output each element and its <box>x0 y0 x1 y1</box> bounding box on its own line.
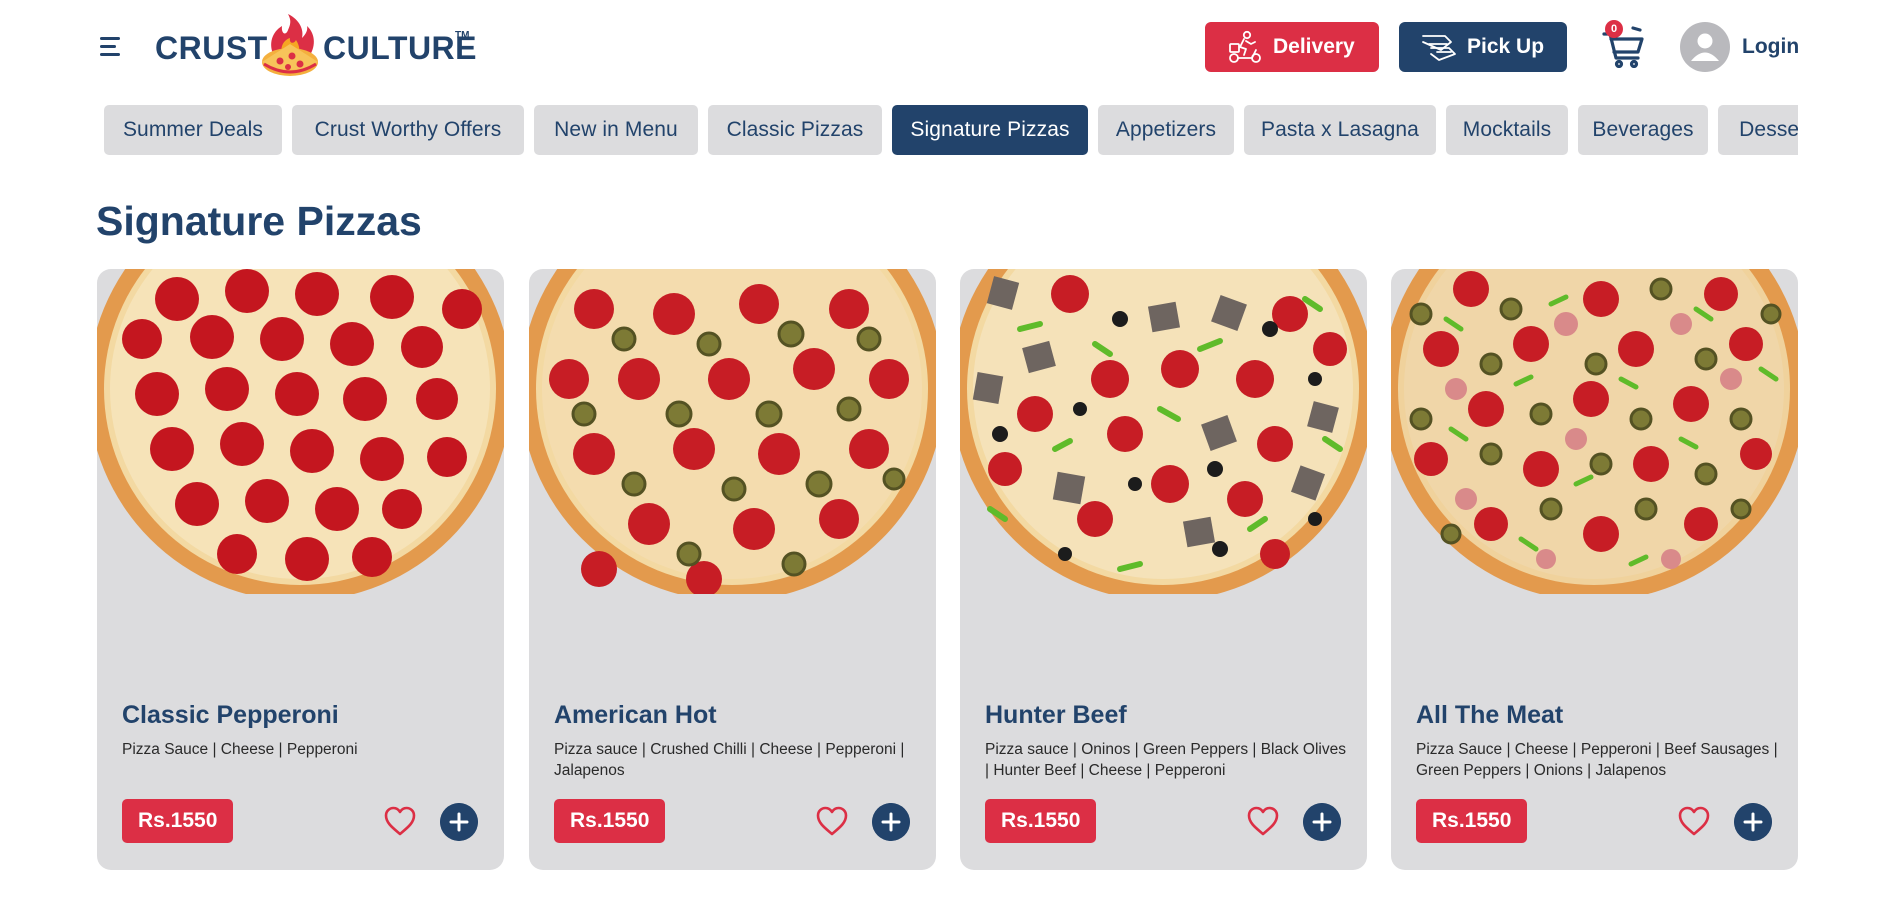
heart-outline-icon[interactable] <box>383 805 417 837</box>
product-name: American Hot <box>554 701 717 729</box>
category-tab-crust-worthy-offers[interactable]: Crust Worthy Offers <box>292 105 524 155</box>
trademark-mark: TM <box>455 30 470 41</box>
pizza-image-american-hot <box>529 269 936 594</box>
category-tab-appetizers[interactable]: Appetizers <box>1098 105 1234 155</box>
price-badge[interactable]: Rs.1550 <box>554 799 666 843</box>
cart-button[interactable]: 0 <box>1600 20 1646 68</box>
product-description: Pizza sauce | Oninos | Green Peppers | B… <box>985 741 1346 779</box>
category-tab-desserts[interactable]: Desserts <box>1718 105 1798 155</box>
product-name: Hunter Beef <box>985 701 1127 729</box>
brand-name-left: CRUST <box>155 30 268 66</box>
add-to-cart-plus-icon[interactable] <box>1303 803 1341 841</box>
delivery-button[interactable]: Delivery <box>1205 22 1379 72</box>
section-title: Signature Pizzas <box>96 198 422 244</box>
product-card[interactable]: American Hot Pizza sauce | Crushed Chill… <box>529 269 936 870</box>
price-badge[interactable]: Rs.1550 <box>122 799 234 843</box>
pizza-image-hunter-beef <box>960 269 1367 594</box>
product-description: Pizza Sauce | Cheese | Pepperoni | Beef … <box>1416 741 1778 779</box>
login-label: Login <box>1742 35 1800 58</box>
delivery-scooter-icon <box>1229 30 1261 63</box>
product-description: Pizza Sauce | Cheese | Pepperoni <box>122 741 358 758</box>
add-to-cart-plus-icon[interactable] <box>872 803 910 841</box>
category-tab-new-in-menu[interactable]: New in Menu <box>534 105 698 155</box>
delivery-label: Delivery <box>1273 35 1355 58</box>
product-name: All The Meat <box>1416 701 1564 729</box>
product-name: Classic Pepperoni <box>122 701 339 729</box>
pizza-flame-logo-icon <box>262 14 318 76</box>
heart-outline-icon[interactable] <box>1677 805 1711 837</box>
pickup-label: Pick Up <box>1467 35 1545 58</box>
heart-outline-icon[interactable] <box>1246 805 1280 837</box>
category-tab-summer-deals[interactable]: Summer Deals <box>104 105 282 155</box>
site-header: CRUST CULTURE TM Delivery Pick Up 0 Logi… <box>0 0 1892 96</box>
pizza-image-all-the-meat <box>1391 269 1798 594</box>
pickup-button[interactable]: Pick Up <box>1399 22 1567 72</box>
heart-outline-icon[interactable] <box>815 805 849 837</box>
price-badge[interactable]: Rs.1550 <box>1416 799 1528 843</box>
category-tab-mocktails[interactable]: Mocktails <box>1446 105 1568 155</box>
category-tab-beverages[interactable]: Beverages <box>1578 105 1708 155</box>
category-tab-classic-pizzas[interactable]: Classic Pizzas <box>708 105 882 155</box>
pizza-image-classic-pepperoni <box>97 269 504 594</box>
price-badge[interactable]: Rs.1550 <box>985 799 1097 843</box>
add-to-cart-plus-icon[interactable] <box>1734 803 1772 841</box>
cart-count-badge: 0 <box>1605 20 1623 38</box>
brand-logo[interactable]: CRUST CULTURE TM <box>152 14 492 78</box>
product-card[interactable]: All The Meat Pizza Sauce | Cheese | Pepp… <box>1391 269 1798 870</box>
menu-icon[interactable] <box>96 30 128 62</box>
category-nav: Summer Deals Crust Worthy Offers New in … <box>104 105 1798 155</box>
product-description: Pizza sauce | Crushed Chilli | Cheese | … <box>554 741 905 779</box>
login-button[interactable]: Login <box>1680 22 1799 72</box>
user-avatar-icon <box>1680 22 1730 72</box>
category-tab-pasta-x-lasagna[interactable]: Pasta x Lasagna <box>1244 105 1436 155</box>
add-to-cart-plus-icon[interactable] <box>440 803 478 841</box>
product-card[interactable]: Classic Pepperoni Pizza Sauce | Cheese |… <box>97 269 504 870</box>
category-tab-signature-pizzas[interactable]: Signature Pizzas <box>892 105 1088 155</box>
product-card[interactable]: Hunter Beef Pizza sauce | Oninos | Green… <box>960 269 1367 870</box>
pickup-bag-icon <box>1422 35 1456 61</box>
brand-name-right: CULTURE <box>323 30 477 66</box>
